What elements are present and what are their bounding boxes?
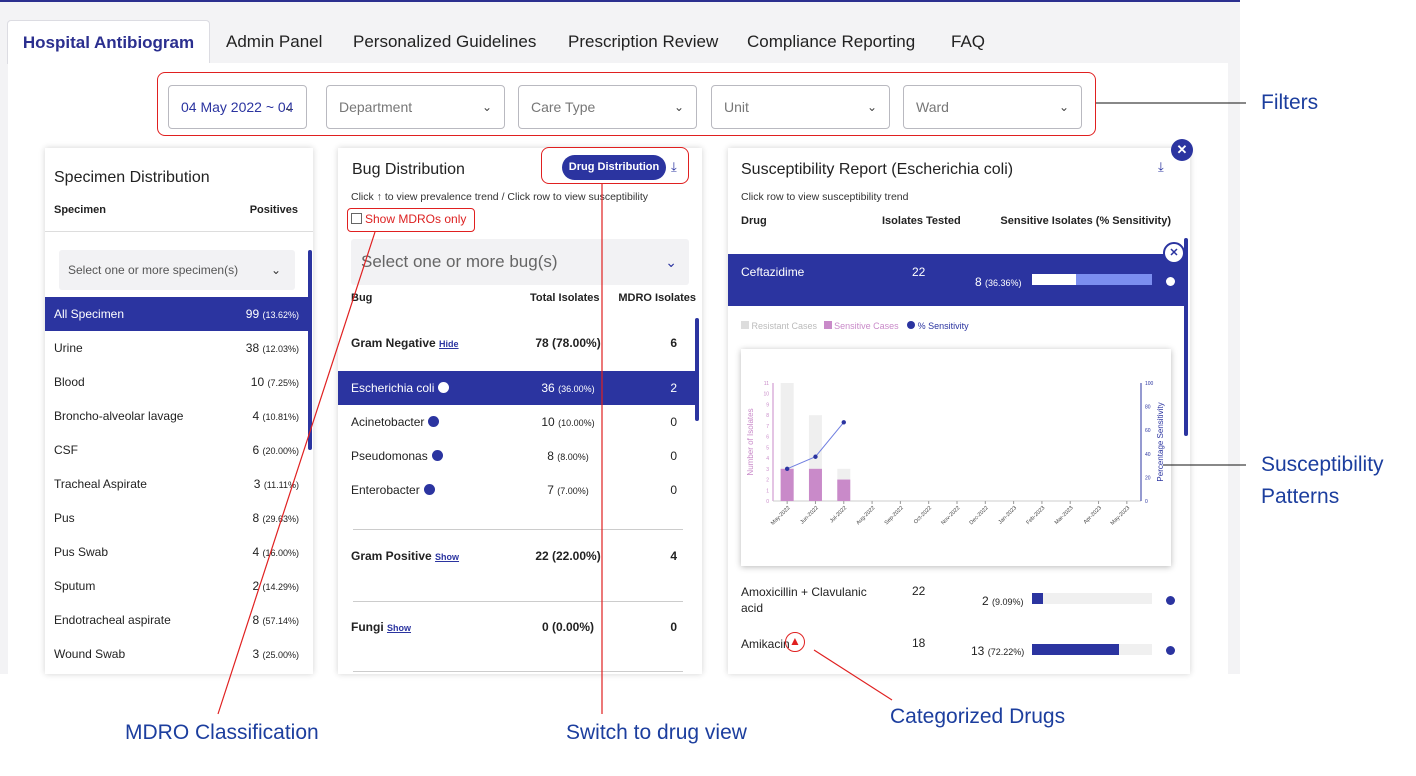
annotation-lines [217, 102, 1246, 715]
mdro-annotation: MDRO Classification [125, 721, 319, 744]
switch-annotation: Switch to drug view [566, 721, 747, 744]
filters-annotation: Filters [1261, 91, 1319, 114]
susceptibility-annotation-line1: Susceptibility [1261, 453, 1384, 476]
susceptibility-annotation-line2: Patterns [1261, 485, 1340, 508]
categorized-annotation: Categorized Drugs [890, 705, 1066, 728]
